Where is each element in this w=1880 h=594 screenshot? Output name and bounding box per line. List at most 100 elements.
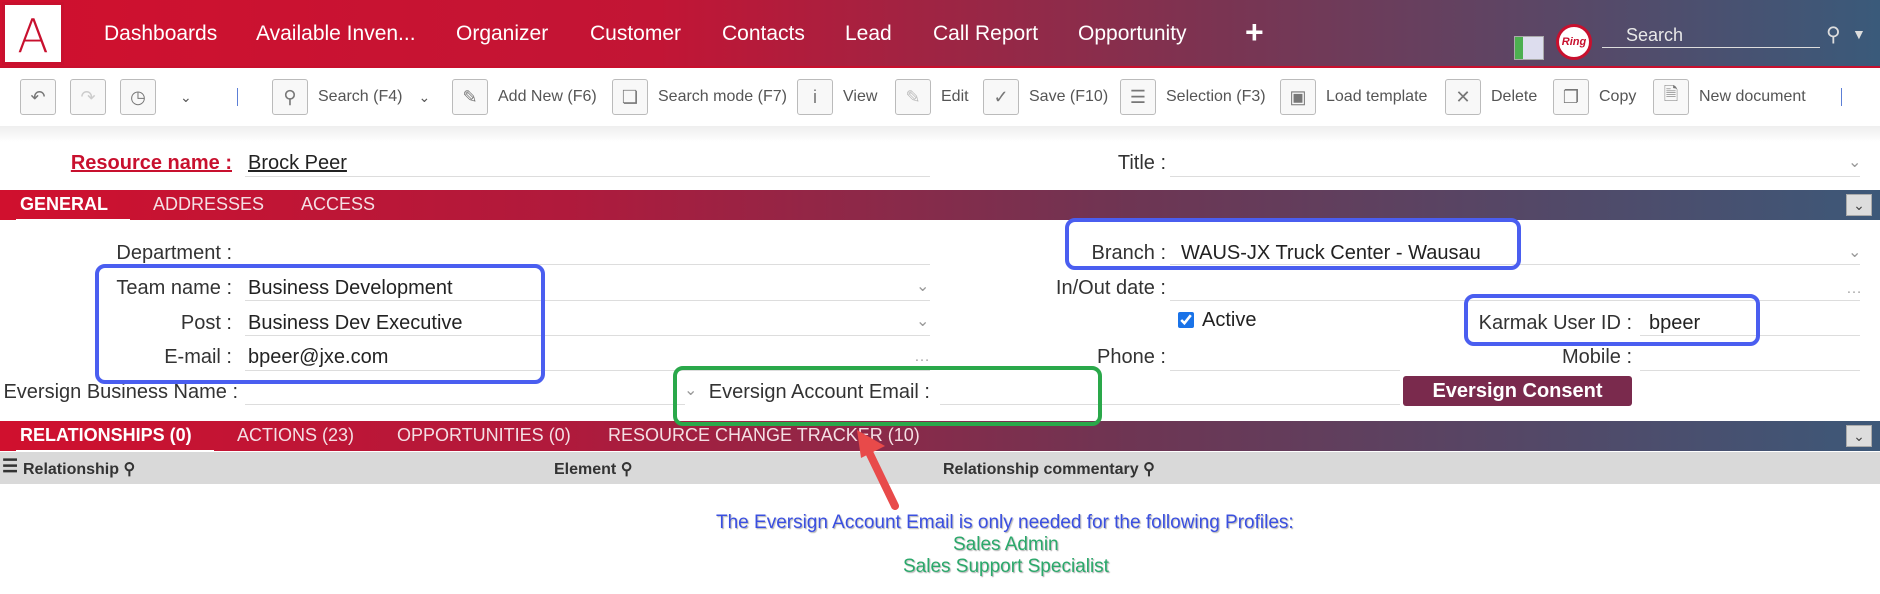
- search-button-label: Search (F4): [318, 88, 403, 105]
- nav-call-report[interactable]: Call Report: [933, 22, 1038, 46]
- delete-button[interactable]: ✕ Delete: [1445, 78, 1537, 116]
- search-button[interactable]: ⚲ Search (F4) ⌄: [272, 78, 430, 116]
- add-new-icon: ✎: [452, 79, 488, 115]
- collapse-button[interactable]: ⌄: [1846, 194, 1872, 216]
- nav-organizer[interactable]: Organizer: [456, 22, 548, 46]
- info-icon: i: [797, 79, 833, 115]
- annotation-note-line3: Sales Support Specialist: [903, 556, 1109, 577]
- toolbar-divider: [237, 88, 238, 106]
- annotation-note-line1: The Eversign Account Email is only neede…: [716, 512, 1294, 533]
- template-icon: ▣: [1280, 79, 1316, 115]
- undo-icon[interactable]: ↶: [20, 79, 56, 115]
- detail-tabs-bar: GENERAL ADDRESSES ACCESS ⌄: [0, 190, 1880, 221]
- dropdown-icon[interactable]: ⌄: [1848, 152, 1861, 172]
- search-mode-icon: ❏: [612, 79, 648, 115]
- app-logo[interactable]: A: [2, 2, 64, 65]
- department-field[interactable]: [248, 242, 928, 266]
- search-icon[interactable]: ⚲: [123, 461, 135, 478]
- eversign-consent-button[interactable]: Eversign Consent: [1403, 376, 1632, 406]
- relationships-grid-header: ☰ Relationship ⚲ Element ⚲ Relationship …: [0, 452, 1880, 484]
- tab-addresses[interactable]: ADDRESSES: [153, 194, 264, 215]
- add-new-button[interactable]: ✎ Add New (F6): [452, 78, 597, 116]
- highlight-branch: [1065, 218, 1521, 270]
- ring-icon[interactable]: Ring: [1556, 24, 1592, 60]
- chevron-down-icon[interactable]: ⌄: [418, 89, 430, 106]
- history-icon[interactable]: ◷: [120, 79, 156, 115]
- load-template-label: Load template: [1326, 88, 1428, 105]
- toolbar-divider: [1841, 88, 1842, 106]
- pencil-icon: ✎: [895, 79, 931, 115]
- copy-button[interactable]: ❐ Copy: [1553, 78, 1636, 116]
- highlight-eversign-email: [673, 366, 1102, 426]
- department-label: Department :: [116, 242, 232, 264]
- highlight-karmak-id: [1464, 294, 1760, 346]
- save-label: Save (F10): [1029, 88, 1109, 105]
- menu-icon[interactable]: ☰: [2, 456, 18, 477]
- load-template-button[interactable]: ▣ Load template: [1280, 78, 1427, 116]
- tab-relationships[interactable]: RELATIONSHIPS (0): [16, 425, 214, 452]
- global-search-input[interactable]: [1602, 24, 1820, 48]
- close-icon: ✕: [1445, 79, 1481, 115]
- more-icon[interactable]: …: [1846, 280, 1862, 298]
- check-icon: ✓: [983, 79, 1019, 115]
- field-underline: [245, 176, 930, 177]
- column-element-label: Element: [554, 461, 617, 478]
- view-button[interactable]: i View: [797, 78, 877, 116]
- annotation-note-line2: Sales Admin: [953, 534, 1059, 555]
- column-element[interactable]: Element ⚲: [554, 459, 632, 479]
- user-avatar[interactable]: [1514, 36, 1544, 60]
- column-relationship-label: Relationship: [23, 461, 120, 478]
- save-button[interactable]: ✓ Save (F10): [983, 78, 1108, 116]
- toolbar-shadow: [0, 126, 1880, 142]
- tab-opportunities[interactable]: OPPORTUNITIES (0): [397, 425, 571, 446]
- search-icon[interactable]: ⚲: [1143, 461, 1155, 478]
- title-field[interactable]: [1172, 152, 1862, 176]
- tab-access[interactable]: ACCESS: [301, 194, 375, 215]
- chevron-down-icon[interactable]: ⌄: [180, 78, 192, 116]
- dropdown-icon[interactable]: ⌄: [1848, 242, 1861, 262]
- resource-name-field[interactable]: Brock Peer: [248, 152, 347, 175]
- dropdown-icon[interactable]: ⌄: [916, 311, 929, 331]
- search-icon[interactable]: ⚲: [621, 461, 633, 478]
- column-commentary-label: Relationship commentary: [943, 461, 1139, 478]
- new-document-button[interactable]: 🗎 New document: [1653, 78, 1806, 116]
- column-relationship[interactable]: Relationship ⚲: [23, 459, 135, 479]
- nav-customer[interactable]: Customer: [590, 22, 681, 46]
- nav-dashboards[interactable]: Dashboards: [104, 22, 217, 46]
- active-checkbox[interactable]: [1178, 312, 1194, 328]
- tab-general[interactable]: GENERAL: [15, 194, 131, 221]
- highlight-team-post-email: [95, 264, 545, 384]
- add-new-label: Add New (F6): [498, 88, 597, 105]
- field-underline: [1640, 370, 1860, 371]
- redo-icon[interactable]: ↷: [70, 79, 106, 115]
- nav-opportunity[interactable]: Opportunity: [1078, 22, 1187, 46]
- selection-button[interactable]: ☰ Selection (F3): [1120, 78, 1266, 116]
- chevron-down-icon[interactable]: ▼: [1852, 26, 1866, 42]
- nav-lead[interactable]: Lead: [845, 22, 892, 46]
- inout-date-label: In/Out date :: [1055, 277, 1166, 299]
- nav-contacts[interactable]: Contacts: [722, 22, 805, 46]
- resource-name-label: Resource name :: [70, 152, 232, 174]
- add-tab-icon[interactable]: +: [1245, 14, 1264, 51]
- active-label: Active: [1202, 309, 1257, 331]
- delete-label: Delete: [1491, 88, 1538, 105]
- eversign-business-label: Eversign Business Name :: [3, 381, 238, 403]
- search-icon[interactable]: ⚲: [1826, 22, 1841, 47]
- more-icon[interactable]: …: [914, 348, 930, 366]
- top-nav-bar: A Dashboards Available Inven... Organize…: [0, 0, 1880, 68]
- edit-button[interactable]: ✎ Edit: [895, 78, 969, 116]
- title-label: Title :: [1117, 152, 1166, 174]
- tab-actions[interactable]: ACTIONS (23): [237, 425, 354, 446]
- field-underline: [1170, 370, 1400, 371]
- column-relationship-commentary[interactable]: Relationship commentary ⚲: [943, 459, 1155, 479]
- collapse-button[interactable]: ⌄: [1846, 425, 1872, 447]
- new-document-label: New document: [1699, 88, 1806, 105]
- mobile-label: Mobile :: [1561, 346, 1632, 368]
- new-document-icon: 🗎: [1653, 79, 1689, 115]
- dropdown-icon[interactable]: ⌄: [916, 276, 929, 296]
- field-underline: [245, 404, 685, 405]
- selection-label: Selection (F3): [1166, 88, 1266, 105]
- search-mode-button[interactable]: ❏ Search mode (F7): [612, 78, 787, 116]
- logo-letter: A: [17, 9, 49, 63]
- nav-available-inventory[interactable]: Available Inven...: [256, 22, 416, 46]
